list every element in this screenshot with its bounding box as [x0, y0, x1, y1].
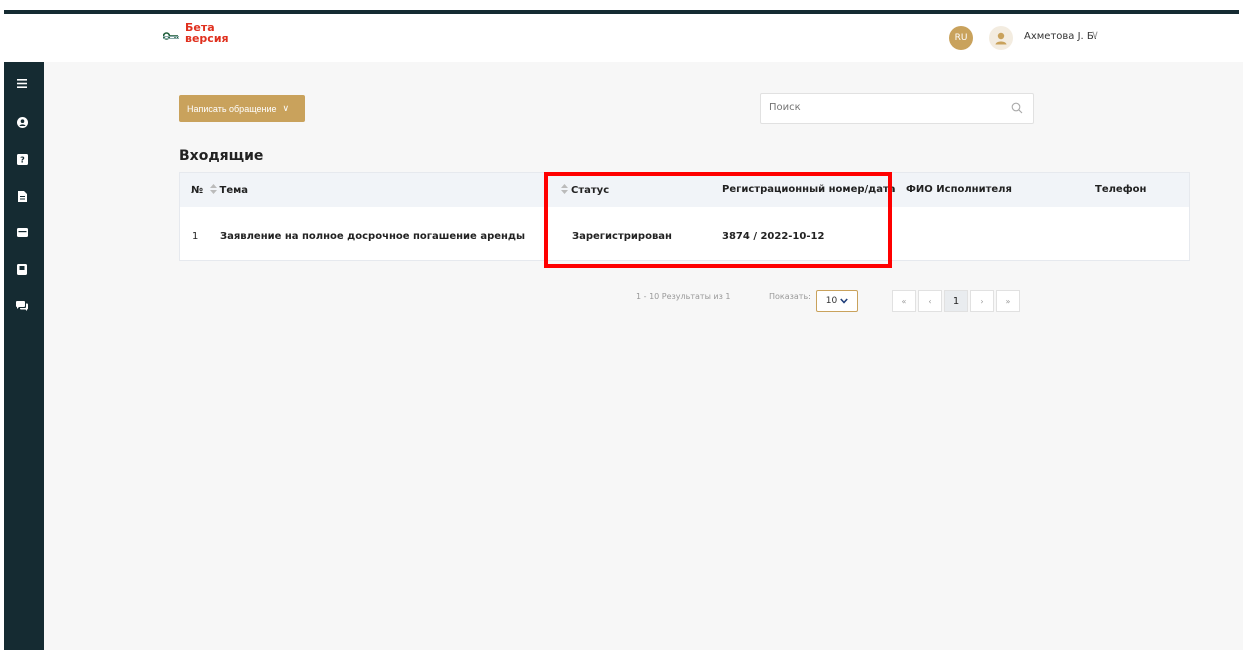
- row-topic[interactable]: Заявление на полное досрочное погашение …: [220, 231, 525, 242]
- question-icon[interactable]: ?: [15, 152, 29, 166]
- logo[interactable]: Бета версия: [162, 22, 229, 45]
- sort-icon: [561, 184, 568, 194]
- current-page-button[interactable]: 1: [944, 290, 968, 312]
- row-num: 1: [192, 231, 199, 242]
- chevron-down-icon: [840, 298, 849, 304]
- column-header-executor[interactable]: ФИО Исполнителя: [906, 184, 1012, 195]
- per-page-select[interactable]: 10: [816, 290, 858, 312]
- sidebar: ?: [4, 62, 44, 650]
- beta-label-line2: версия: [185, 32, 229, 45]
- svg-text:?: ?: [20, 155, 25, 164]
- first-page-button[interactable]: «: [892, 290, 916, 312]
- search-input[interactable]: [769, 102, 999, 113]
- row-reg: 3874 / 2022-10-12: [722, 231, 825, 242]
- main-content: Написать обращение ∨ Входящие № Тема Ста…: [44, 62, 1243, 650]
- last-page-button[interactable]: »: [996, 290, 1020, 312]
- inbox-table: № Тема Статус Регистрационный номер/дата…: [179, 172, 1190, 261]
- show-label: Показать:: [769, 292, 811, 301]
- sort-icon: [209, 184, 217, 194]
- chat-icon[interactable]: [15, 299, 29, 313]
- key-logo-icon: [162, 22, 179, 44]
- chevron-down-icon: ∨: [282, 103, 290, 113]
- language-button[interactable]: RU: [949, 26, 973, 50]
- column-header-reg[interactable]: Регистрационный номер/дата: [722, 184, 896, 195]
- search-box[interactable]: [760, 93, 1034, 124]
- header: Бета версия RU Ахметова J. Б. ∨: [0, 14, 1243, 62]
- search-icon[interactable]: [1011, 102, 1023, 114]
- write-appeal-label: Написать обращение: [187, 103, 277, 114]
- next-page-button[interactable]: ›: [970, 290, 994, 312]
- document-icon[interactable]: [15, 189, 29, 203]
- user-menu-chevron-icon[interactable]: ∨: [1091, 28, 1099, 41]
- user-name[interactable]: Ахметова J. Б.: [1024, 31, 1097, 42]
- per-page-value: 10: [825, 296, 838, 306]
- row-status: Зарегистрирован: [572, 231, 672, 242]
- write-appeal-button[interactable]: Написать обращение ∨: [179, 95, 305, 122]
- card-icon[interactable]: [15, 225, 29, 239]
- user-icon[interactable]: [15, 115, 29, 129]
- column-header-num[interactable]: № Тема: [191, 184, 248, 196]
- menu-icon[interactable]: [15, 76, 29, 90]
- folder-icon[interactable]: [15, 262, 29, 276]
- user-avatar-icon[interactable]: [989, 26, 1013, 50]
- column-header-status[interactable]: Статус: [561, 184, 609, 196]
- table-header: № Тема Статус Регистрационный номер/дата…: [180, 173, 1189, 207]
- column-header-phone[interactable]: Телефон: [1095, 184, 1146, 195]
- prev-page-button[interactable]: ‹: [918, 290, 942, 312]
- results-count: 1 - 10 Результаты из 1: [636, 292, 731, 301]
- page-title: Входящие: [179, 148, 264, 164]
